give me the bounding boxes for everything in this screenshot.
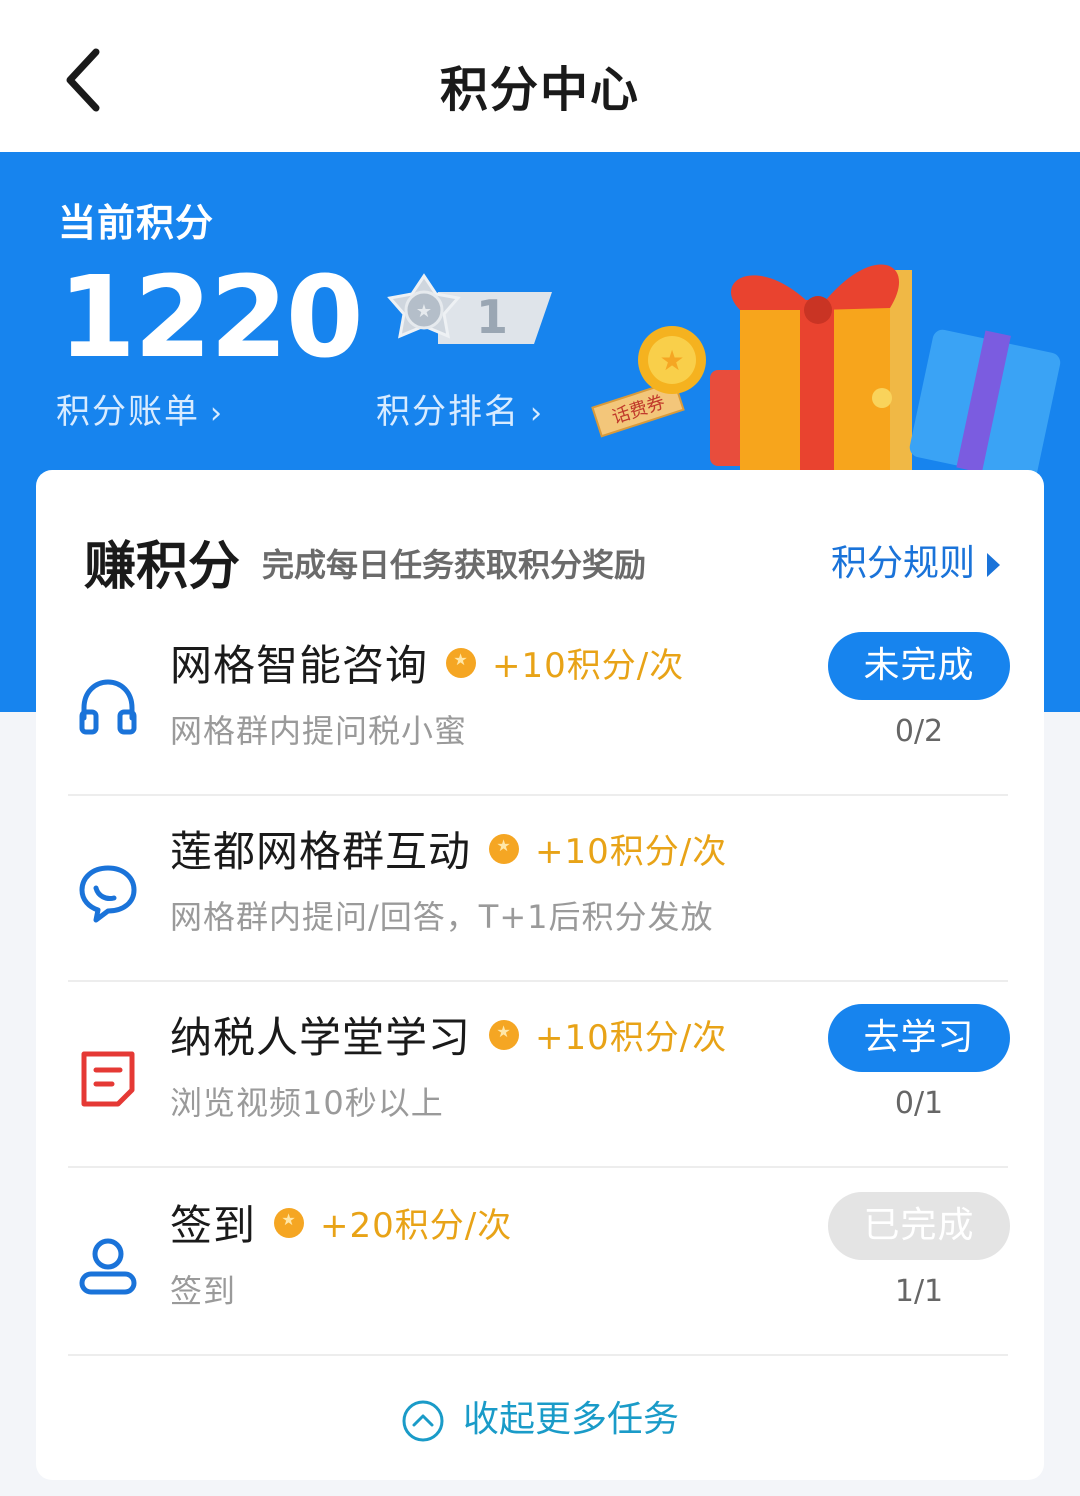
collapse-tasks-button[interactable]: 收起更多任务: [36, 1390, 1044, 1443]
collapse-tasks-label: 收起更多任务: [462, 1399, 679, 1440]
svg-text:★: ★: [659, 344, 684, 377]
task-reward: +10积分/次: [535, 832, 728, 872]
coin-icon: [446, 647, 477, 678]
task-title: 网格智能咨询: [170, 641, 429, 690]
current-points-label: 当前积分: [58, 201, 215, 245]
task-name: 签到 +20积分/次: [170, 1192, 512, 1253]
points-bill-label: 积分账单: [56, 392, 200, 432]
page-title: 积分中心: [439, 62, 640, 118]
completed-button[interactable]: 已完成: [828, 1192, 1010, 1260]
earn-points-title: 赚积分: [84, 537, 241, 597]
divider: [68, 1354, 1008, 1356]
chevron-up-circle-icon: [402, 1400, 444, 1442]
task-description: 签到: [170, 1272, 237, 1310]
task-description: 网格群内提问/回答，T+1后积分发放: [170, 898, 714, 936]
svg-text:★: ★: [416, 301, 432, 322]
divider: [68, 1166, 1008, 1168]
user-icon: [79, 1238, 137, 1295]
coin-icon: [489, 833, 520, 864]
document-icon: [81, 1051, 135, 1107]
task-progress: 0/2: [894, 714, 944, 749]
task-name: 网格智能咨询 +10积分/次: [170, 632, 684, 693]
task-reward: +10积分/次: [535, 1018, 728, 1058]
points-rank-link[interactable]: 积分排名 ›: [376, 384, 544, 433]
task-progress: 0/1: [894, 1086, 944, 1121]
earn-points-subtitle: 完成每日任务获取积分奖励: [262, 546, 647, 584]
nav-bar: 积分中心: [0, 0, 1080, 152]
task-name: 莲都网格群互动 +10积分/次: [170, 818, 727, 879]
task-description: 网格群内提问税小蜜: [170, 712, 468, 750]
task-progress: 1/1: [894, 1274, 944, 1309]
task-reward: +10积分/次: [492, 646, 685, 686]
chevron-right-icon: ›: [210, 396, 224, 431]
points-bill-link[interactable]: 积分账单 ›: [56, 384, 224, 433]
points-rules-link[interactable]: 积分规则: [831, 534, 1000, 586]
coin-icon: [489, 1019, 520, 1050]
task-title: 签到: [170, 1201, 257, 1250]
headphones-icon: [79, 679, 137, 735]
task-title: 莲都网格群互动: [170, 827, 472, 876]
chevron-right-icon: ›: [530, 396, 544, 431]
go-study-button[interactable]: 去学习: [828, 1004, 1010, 1072]
task-status-button[interactable]: 未完成: [828, 632, 1010, 700]
task-title: 纳税人学堂学习: [170, 1013, 472, 1062]
task-item-grid-consult: 网格智能咨询 +10积分/次 网格群内提问税小蜜 未完成 0/2: [68, 610, 1010, 796]
current-points-value: 1220: [58, 253, 364, 383]
task-item-group-interaction: 莲都网格群互动 +10积分/次 网格群内提问/回答，T+1后积分发放: [68, 796, 1008, 982]
points-rules-label: 积分规则: [830, 543, 975, 584]
points-center-page: 积分中心 当前积分 1220 ★ 1 积分账单 › 积分排名 › 话费券 ★ 赚…: [0, 0, 1080, 1496]
triangle-right-icon: [987, 553, 1000, 577]
task-reward: +20积分/次: [320, 1206, 513, 1246]
rank-number: 1: [476, 290, 509, 344]
task-description: 浏览视频10秒以上: [170, 1084, 444, 1122]
task-name: 纳税人学堂学习 +10积分/次: [170, 1004, 727, 1065]
task-item-taxpayer-school: 纳税人学堂学习 +10积分/次 浏览视频10秒以上 去学习 0/1: [68, 982, 1010, 1168]
coin-icon: [274, 1207, 305, 1238]
gift-illustration: 话费券 ★: [591, 264, 1061, 480]
points-rank-label: 积分排名: [376, 392, 520, 432]
rank-medal-icon: ★: [387, 273, 552, 344]
earn-points-card: 赚积分 完成每日任务获取积分奖励 积分规则 网格智能咨询 +10积分/次 网格群…: [36, 470, 1044, 1480]
chat-bubble-icon: [79, 865, 137, 923]
task-item-check-in: 签到 +20积分/次 签到 已完成 1/1: [68, 1170, 1010, 1356]
